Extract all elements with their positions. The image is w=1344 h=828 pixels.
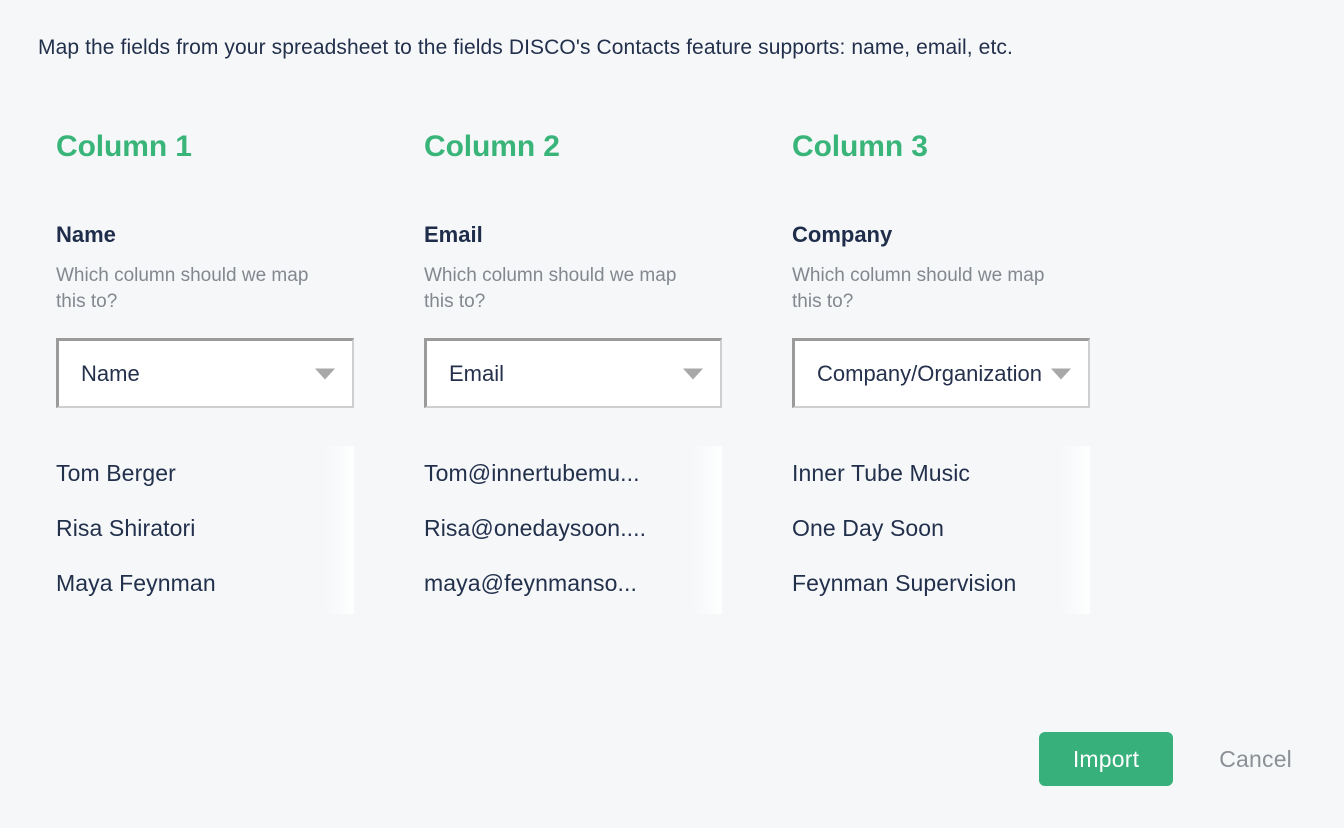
- select-value-1: Name: [81, 360, 140, 386]
- column-preview-3: Inner Tube Music One Day Soon Feynman Su…: [792, 446, 1090, 614]
- column-title-1: Column 1: [56, 130, 192, 163]
- preview-row: One Day Soon: [792, 515, 945, 541]
- column-mapping-card-1: Column 1 Name Which column should we map…: [56, 128, 354, 614]
- select-value-3: Company/Organization: [817, 360, 1043, 386]
- preview-row: Risa Shiratori: [56, 515, 196, 541]
- preview-row: Tom@innertubemu...: [424, 460, 640, 486]
- preview-row: Feynman Supervision: [792, 570, 1017, 596]
- column-mapping-card-3: Column 3 Company Which column should we …: [792, 128, 1090, 614]
- field-mapping-page: Map the fields from your spreadsheet to …: [0, 0, 1344, 828]
- column-mapping-list: Column 1 Name Which column should we map…: [56, 128, 1090, 614]
- chevron-down-icon: [315, 368, 335, 379]
- column-mapping-select-3[interactable]: Company/Organization: [792, 338, 1090, 408]
- preview-row: maya@feynmanso...: [424, 570, 637, 596]
- field-label-2: Email: [424, 222, 483, 247]
- field-label-3: Company: [792, 222, 893, 247]
- preview-row: Tom Berger: [56, 460, 176, 486]
- column-title-3: Column 3: [792, 130, 928, 163]
- import-button[interactable]: Import: [1038, 732, 1174, 786]
- select-value-2: Email: [449, 360, 505, 386]
- preview-row: Risa@onedaysoon....: [424, 515, 647, 541]
- column-preview-2: Tom@innertubemu... Risa@onedaysoon.... m…: [424, 446, 722, 614]
- field-question-1: Which column should we map this to?: [56, 265, 309, 312]
- chevron-down-icon: [1051, 368, 1071, 379]
- column-mapping-select-2[interactable]: Email: [424, 338, 722, 408]
- preview-row: Inner Tube Music: [792, 460, 971, 486]
- instruction-text: Map the fields from your spreadsheet to …: [38, 36, 1013, 59]
- field-label-1: Name: [56, 222, 116, 247]
- column-mapping-card-2: Column 2 Email Which column should we ma…: [424, 128, 722, 614]
- field-question-2: Which column should we map this to?: [424, 265, 677, 312]
- chevron-down-icon: [683, 368, 703, 379]
- footer-actions: Import Cancel: [1038, 732, 1292, 786]
- cancel-button[interactable]: Cancel: [1219, 746, 1292, 773]
- field-question-3: Which column should we map this to?: [792, 265, 1045, 312]
- column-title-2: Column 2: [424, 130, 560, 163]
- preview-row: Maya Feynman: [56, 570, 216, 596]
- column-mapping-select-1[interactable]: Name: [56, 338, 354, 408]
- column-preview-1: Tom Berger Risa Shiratori Maya Feynman: [56, 446, 354, 614]
